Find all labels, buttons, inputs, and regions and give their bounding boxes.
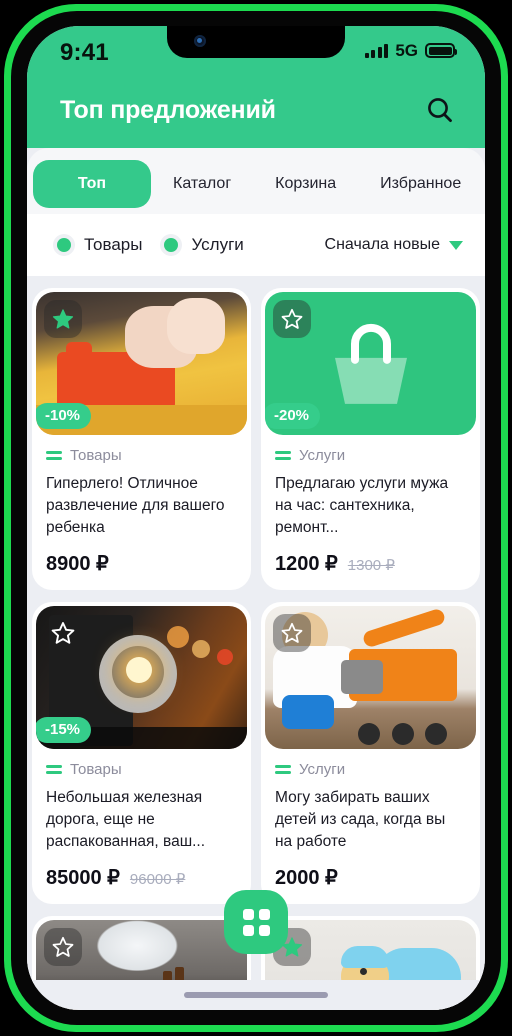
cellular-signal-icon xyxy=(364,43,389,58)
favorite-button[interactable] xyxy=(44,614,82,652)
status-time: 9:41 xyxy=(60,39,109,66)
star-outline-icon xyxy=(51,622,75,644)
radio-goods[interactable]: Товары xyxy=(53,234,142,256)
listing-price: 2000 ₽ xyxy=(275,867,338,889)
listing-card-railway[interactable]: -15% Товары Небольшая железная дорога, е… xyxy=(32,602,251,904)
listing-image xyxy=(265,606,476,749)
filter-bar: Товары Услуги Сначала новые xyxy=(27,214,485,276)
listing-description: Предлагаю услуги мужа на час: сантехника… xyxy=(275,475,449,536)
radio-services-indicator xyxy=(160,234,183,256)
listing-description: Небольшая железная дорога, еще не распак… xyxy=(46,789,206,850)
listing-category-label: Услуги xyxy=(299,447,346,464)
sort-dropdown[interactable]: Сначала новые xyxy=(325,236,463,254)
sort-label: Сначала новые xyxy=(324,236,440,253)
status-indicators: 5G xyxy=(364,40,457,60)
phone-frame: 9:41 5G Топ предложений Топ Каталог Корз… xyxy=(0,0,512,1036)
favorite-button[interactable] xyxy=(273,614,311,652)
radio-goods-label: Товары xyxy=(84,235,143,254)
grid-apps-icon xyxy=(242,908,270,936)
listing-prices: 2000 ₽ xyxy=(275,865,466,890)
star-outline-icon xyxy=(52,936,74,957)
listing-category-label: Услуги xyxy=(299,761,346,778)
discount-badge: -15% xyxy=(36,717,92,743)
radio-goods-indicator xyxy=(53,234,75,256)
favorite-button[interactable] xyxy=(44,300,82,338)
search-icon xyxy=(428,98,452,123)
listing-category: Услуги xyxy=(275,761,466,778)
listing-old-price: 96000 ₽ xyxy=(129,871,186,888)
chevron-down-icon xyxy=(449,240,463,250)
category-lines-icon xyxy=(46,765,62,774)
network-type-label: 5G xyxy=(395,40,418,60)
category-lines-icon xyxy=(46,451,62,460)
listing-prices: 8900 ₽ xyxy=(46,551,237,576)
star-outline-icon xyxy=(281,308,303,329)
radio-services[interactable]: Услуги xyxy=(160,234,244,256)
listing-card-lego[interactable]: -10% Товары Гиперлего! Отличное развлече… xyxy=(32,288,251,590)
listing-card-husband-hour[interactable]: -20% Услуги Предлагаю услуги мужа на час… xyxy=(261,288,480,590)
discount-badge: -20% xyxy=(265,403,321,429)
sheep-eye-shape xyxy=(359,968,367,975)
phone-screen: 9:41 5G Топ предложений Топ Каталог Корз… xyxy=(27,26,485,1010)
tab-bar: Топ Каталог Корзина Избранное xyxy=(27,148,485,220)
listing-prices: 1200 ₽ 1300 ₽ xyxy=(275,551,466,576)
battery-full-icon xyxy=(425,43,457,58)
listing-price: 1200 ₽ xyxy=(275,553,338,575)
tab-cart[interactable]: Корзина xyxy=(253,160,358,208)
listing-image-placeholder: -20% xyxy=(265,292,476,435)
star-filled-icon xyxy=(52,309,74,329)
radio-services-label: Услуги xyxy=(191,235,244,254)
device-notch xyxy=(167,26,345,58)
listing-category: Услуги xyxy=(275,447,466,464)
type-radio-group: Товары Услуги xyxy=(53,234,244,256)
tab-favorites[interactable]: Избранное xyxy=(358,160,483,208)
listing-description: Гиперлего! Отличное развлечение для ваше… xyxy=(46,475,225,536)
listing-image: -15% xyxy=(36,606,247,749)
tab-top[interactable]: Топ xyxy=(33,160,151,208)
listing-prices: 85000 ₽ 96000 ₽ xyxy=(46,865,237,890)
listing-category: Товары xyxy=(46,761,237,778)
listing-old-price: 1300 ₽ xyxy=(347,557,395,574)
front-camera-icon xyxy=(194,35,206,47)
listing-info: Услуги Могу забирать ваших детей из сада… xyxy=(261,749,480,890)
listing-category-label: Товары xyxy=(70,761,122,778)
app-header: 9:41 5G Топ предложений xyxy=(27,26,485,148)
listing-info: Услуги Предлагаю услуги мужа на час: сан… xyxy=(261,435,480,576)
page-title: Топ предложений xyxy=(60,96,276,124)
listing-info: Товары Небольшая железная дорога, еще не… xyxy=(32,749,251,890)
listing-description: Могу забирать ваших детей из сада, когда… xyxy=(275,789,446,850)
listing-image: -10% xyxy=(36,292,247,435)
listing-price: 8900 ₽ xyxy=(46,553,109,575)
discount-badge: -10% xyxy=(36,403,92,429)
tab-catalog[interactable]: Каталог xyxy=(151,160,253,208)
listing-card-childcare[interactable]: Услуги Могу забирать ваших детей из сада… xyxy=(261,602,480,904)
shopping-bag-icon xyxy=(334,323,407,404)
category-lines-icon xyxy=(275,451,291,460)
listing-price: 85000 ₽ xyxy=(46,867,120,889)
search-button[interactable] xyxy=(423,94,457,128)
category-lines-icon xyxy=(275,765,291,774)
apps-fab-button[interactable] xyxy=(224,890,288,954)
listing-info: Товары Гиперлего! Отличное развлечение д… xyxy=(32,435,251,576)
favorite-button[interactable] xyxy=(273,300,311,338)
favorite-button[interactable] xyxy=(44,928,82,966)
sheep-hair-shape xyxy=(340,946,389,968)
star-outline-icon xyxy=(281,622,303,643)
listing-category: Товары xyxy=(46,447,237,464)
listing-category-label: Товары xyxy=(70,447,122,464)
home-indicator[interactable] xyxy=(184,992,328,998)
